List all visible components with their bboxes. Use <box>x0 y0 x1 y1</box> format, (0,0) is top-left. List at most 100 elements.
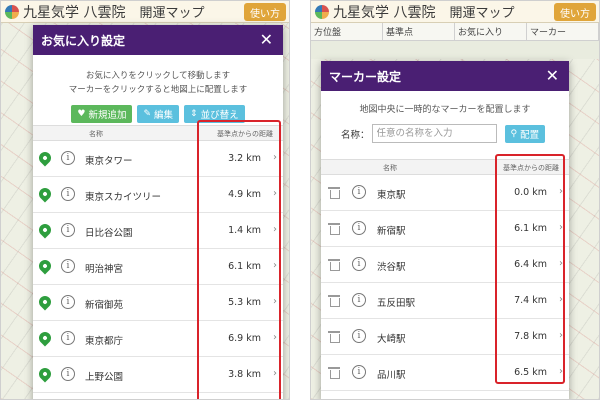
item-name: 大崎駅 <box>377 334 406 345</box>
howto-label: 使い方 <box>560 8 590 20</box>
sort-button[interactable]: ⇕ 並び替え <box>184 105 245 123</box>
nav-item-base-point[interactable]: 基準点 <box>383 23 455 41</box>
howto-label: 使い方 <box>250 8 280 20</box>
list-item[interactable]: i 東京都庁 6.9 km › <box>33 321 283 357</box>
info-icon[interactable]: i <box>61 331 75 345</box>
edit-button[interactable]: ✎ 編集 <box>137 105 180 123</box>
chevron-right-icon: › <box>273 152 277 163</box>
list-item[interactable]: i 新宿御苑 5.3 km › <box>33 285 283 321</box>
add-favorite-button[interactable]: ♥ 新規追加 <box>71 105 133 123</box>
item-name: 東京都庁 <box>85 336 124 347</box>
nav-item-compass[interactable]: 方位盤 <box>311 23 383 41</box>
sort-icon: ⇕ <box>190 109 198 119</box>
add-label: 新規追加 <box>88 110 127 121</box>
list-item[interactable]: i 品川駅 6.5 km › <box>321 355 569 391</box>
instruction-line-1: お気に入りをクリックして移動します <box>85 71 231 81</box>
map-pin-icon[interactable] <box>36 149 54 167</box>
info-icon[interactable]: i <box>352 365 366 379</box>
howto-button[interactable]: 使い方 <box>244 3 286 21</box>
info-icon[interactable]: i <box>61 223 75 237</box>
marker-modal: マーカー設定 ✕ 地図中央に一時的なマーカーを配置します 名称： ⚲ 配置 名称… <box>321 61 569 399</box>
favorites-screen: 九星気学 八雲院 開運マップ 使い方 お気に入り設定 ✕ お気に入りをクリックし… <box>0 0 290 400</box>
list-item[interactable]: i 東京タワー 3.2 km › <box>33 141 283 177</box>
item-distance: 3.8 km <box>228 369 261 380</box>
list-item[interactable]: i 東京駅 0.0 km › <box>321 175 569 211</box>
chevron-right-icon: › <box>273 260 277 271</box>
place-button[interactable]: ⚲ 配置 <box>504 124 546 143</box>
list-item[interactable]: i 渋谷駅 6.4 km › <box>321 247 569 283</box>
map-pin-icon[interactable] <box>36 221 54 239</box>
item-name: 日比谷公園 <box>85 228 133 239</box>
list-item[interactable]: i 新宿駅 6.1 km › <box>321 211 569 247</box>
info-icon[interactable]: i <box>352 329 366 343</box>
column-distance: 基準点からの距離 <box>217 130 273 138</box>
nav-item-marker[interactable]: マーカー <box>527 23 599 41</box>
trash-icon[interactable] <box>328 331 340 343</box>
item-name: 五反田駅 <box>377 298 416 309</box>
logo-icon <box>5 4 19 19</box>
trash-icon[interactable] <box>328 367 340 379</box>
item-name: 東京駅 <box>377 190 406 201</box>
item-name: 新宿御苑 <box>85 300 124 311</box>
name-row: 名称： ⚲ 配置 <box>321 124 569 143</box>
list-item[interactable]: i 大崎駅 7.8 km › <box>321 319 569 355</box>
trash-icon[interactable] <box>328 223 340 235</box>
item-name: 明治神宮 <box>85 264 124 275</box>
item-distance: 4.9 km <box>228 189 261 200</box>
trash-icon[interactable] <box>328 259 340 271</box>
list-item[interactable]: i 五反田駅 7.4 km › <box>321 283 569 319</box>
map-pin-icon[interactable] <box>36 257 54 275</box>
info-icon[interactable]: i <box>61 367 75 381</box>
trash-icon[interactable] <box>328 295 340 307</box>
item-distance: 6.1 km <box>228 261 261 272</box>
info-icon[interactable]: i <box>61 295 75 309</box>
modal-header: お気に入り設定 ✕ <box>33 25 283 55</box>
chevron-right-icon: › <box>559 186 563 197</box>
info-icon[interactable]: i <box>352 185 366 199</box>
info-icon[interactable]: i <box>61 151 75 165</box>
howto-button[interactable]: 使い方 <box>554 3 596 21</box>
list-item[interactable]: i 明治神宮 6.1 km › <box>33 249 283 285</box>
chevron-right-icon: › <box>559 222 563 233</box>
trash-icon[interactable] <box>328 187 340 199</box>
item-distance: 0.0 km <box>514 187 547 198</box>
close-icon[interactable]: ✕ <box>260 32 273 48</box>
map-pin-icon[interactable] <box>36 185 54 203</box>
list-item[interactable]: i 日比谷公園 1.4 km › <box>33 213 283 249</box>
action-buttons: ♥ 新規追加 ✎ 編集 ⇕ 並び替え <box>33 105 283 123</box>
name-label: 名称： <box>341 129 370 141</box>
info-icon[interactable]: i <box>352 293 366 307</box>
marker-name-input[interactable] <box>371 124 497 143</box>
item-name: 品川駅 <box>377 370 406 381</box>
info-icon[interactable]: i <box>352 221 366 235</box>
sort-label: 並び替え <box>200 110 239 121</box>
info-icon[interactable]: i <box>61 187 75 201</box>
logo-icon <box>315 4 329 19</box>
info-icon[interactable]: i <box>352 257 366 271</box>
app-header: 九星気学 八雲院 開運マップ 使い方 <box>311 1 599 23</box>
item-distance: 6.4 km <box>514 259 547 270</box>
modal-title: お気に入り設定 <box>41 33 126 48</box>
pencil-icon: ✎ <box>143 109 152 119</box>
column-name: 名称 <box>383 164 397 172</box>
list-item[interactable]: i 東京スカイツリー 4.9 km › <box>33 177 283 213</box>
item-distance: 7.8 km <box>514 331 547 342</box>
list-item[interactable]: i 上野公園 3.8 km › <box>33 357 283 393</box>
item-name: 渋谷駅 <box>377 262 406 273</box>
info-icon[interactable]: i <box>61 259 75 273</box>
map-title: 開運マップ <box>139 6 205 21</box>
map-pin-icon[interactable] <box>36 329 54 347</box>
instructions: お気に入りをクリックして移動します マーカーをクリックすると地図上に配置します <box>33 69 283 97</box>
marker-screen: 九星気学 八雲院 開運マップ 使い方 方位盤 基準点 お気に入り マーカー マー… <box>310 0 600 400</box>
close-icon[interactable]: ✕ <box>546 68 559 84</box>
map-marker-icon: ⚲ <box>510 128 518 139</box>
nav-menu: 方位盤 基準点 お気に入り マーカー <box>311 23 599 41</box>
chevron-right-icon: › <box>273 296 277 307</box>
map-pin-icon[interactable] <box>36 365 54 383</box>
chevron-right-icon: › <box>559 330 563 341</box>
nav-item-favorites[interactable]: お気に入り <box>455 23 527 41</box>
table-header: 名称 基準点からの距離 <box>33 125 283 141</box>
item-distance: 6.9 km <box>228 333 261 344</box>
map-pin-icon[interactable] <box>36 293 54 311</box>
item-distance: 7.4 km <box>514 295 547 306</box>
